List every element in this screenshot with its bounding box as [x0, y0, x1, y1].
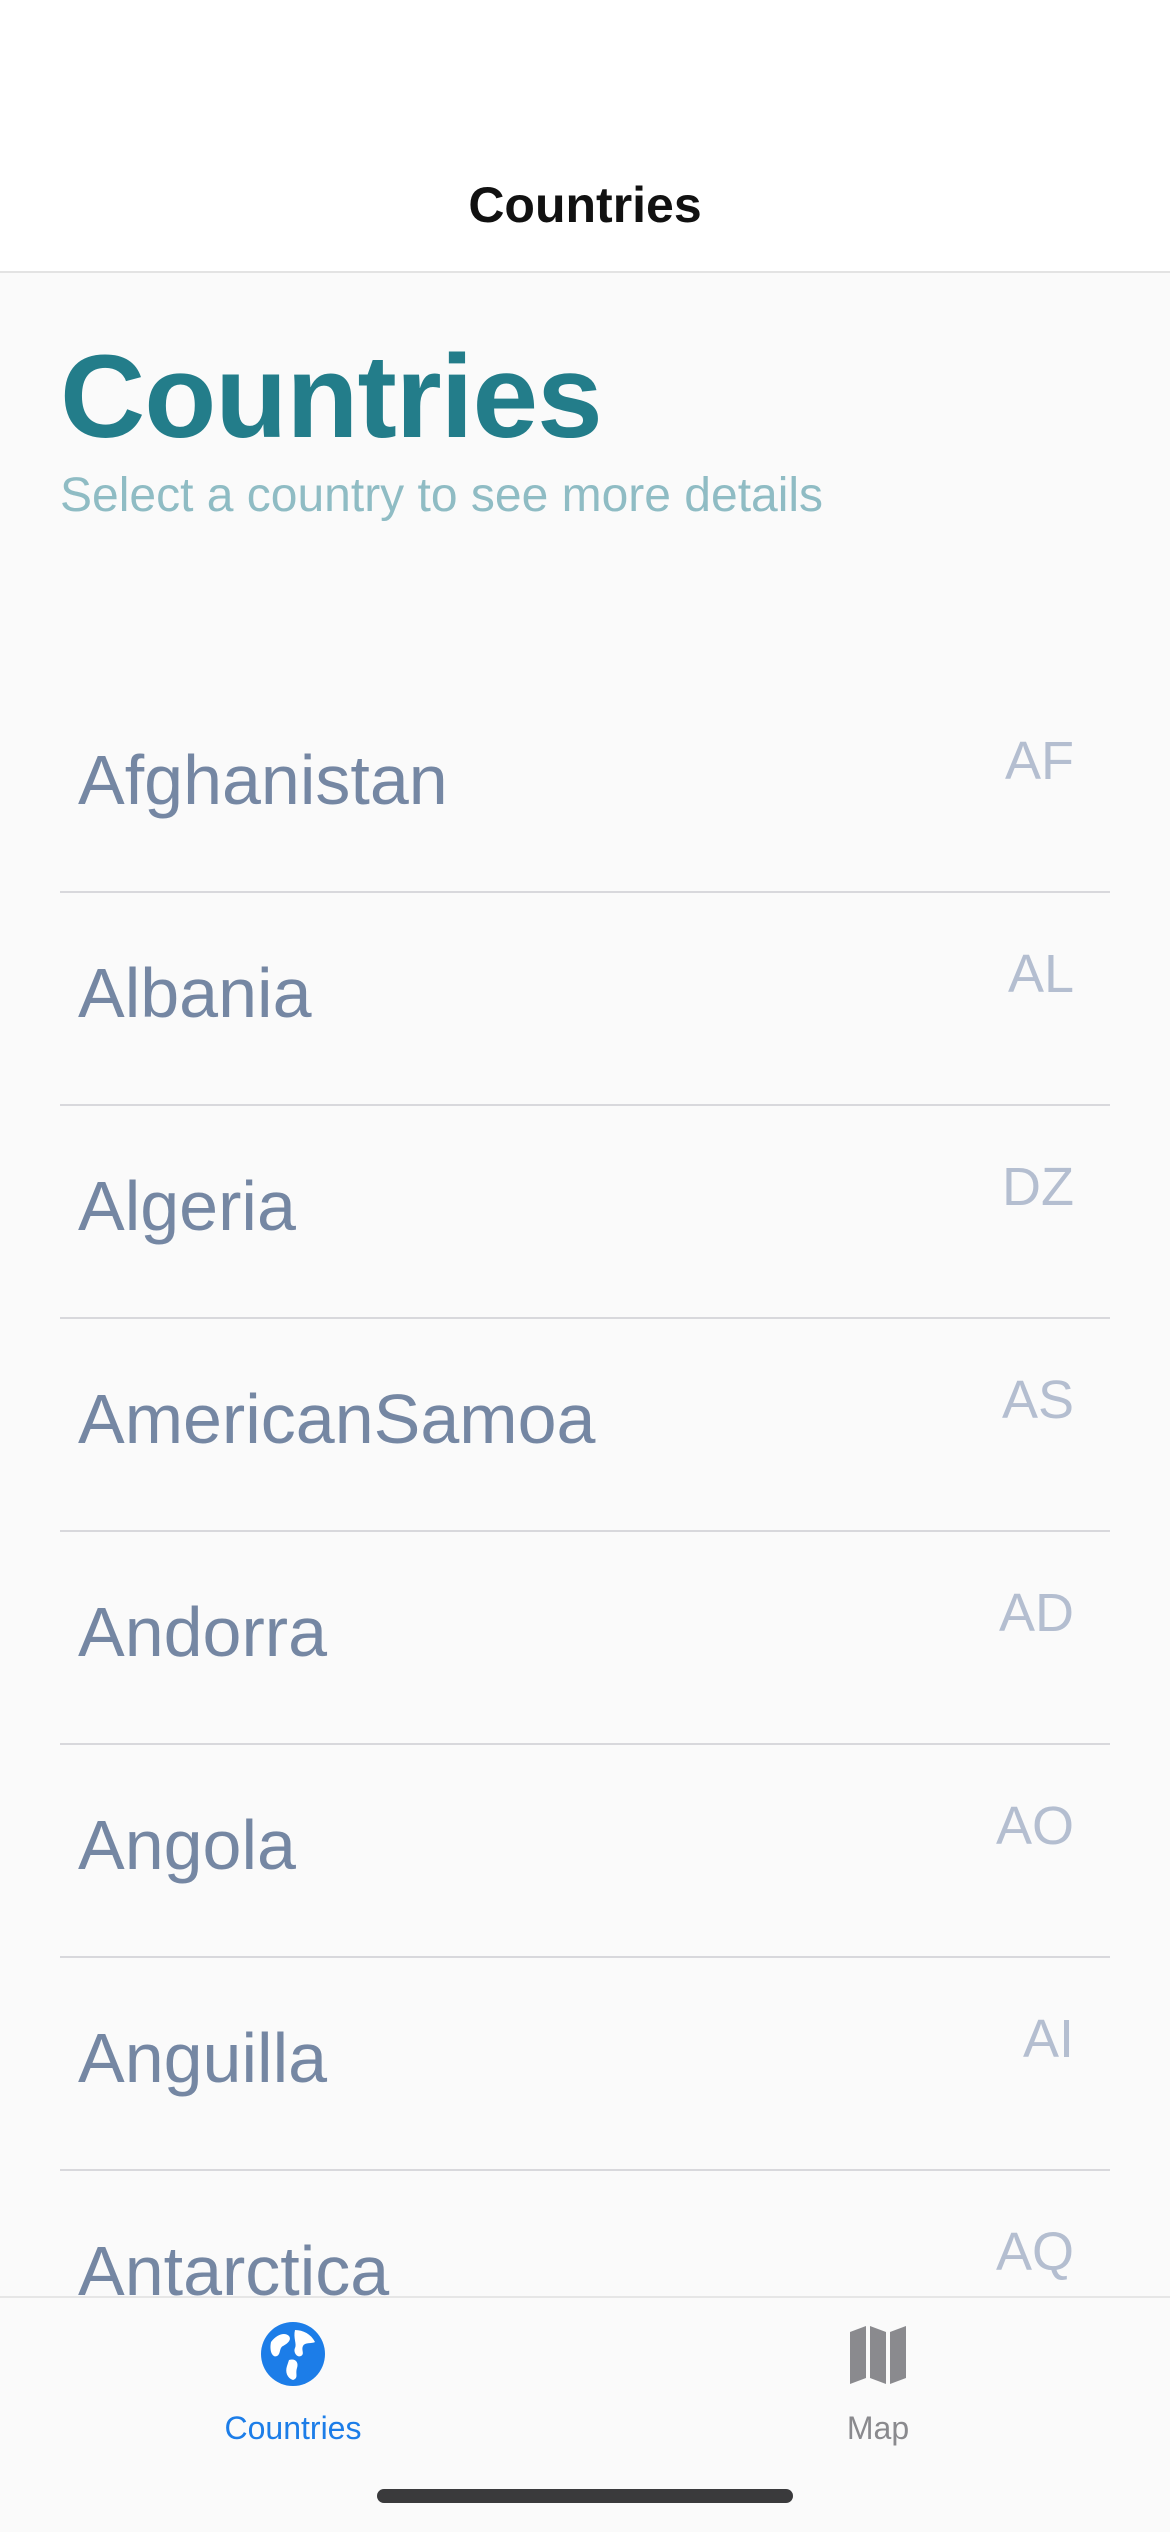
nav-title: Countries [468, 177, 702, 233]
country-row[interactable]: Algeria DZ [60, 1106, 1110, 1319]
navigation-bar: Countries [0, 0, 1170, 273]
country-code: AQ [995, 2222, 1074, 2282]
screen: Countries Countries Select a country to … [0, 0, 1170, 2532]
country-list[interactable]: Afghanistan AF Albania AL Algeria DZ Ame… [60, 680, 1110, 2296]
tab-label: Map [846, 2410, 910, 2446]
country-name: Anguilla [78, 2019, 328, 2097]
page-title: Countries [60, 331, 603, 463]
country-row[interactable]: Albania AL [60, 893, 1110, 1106]
country-name: Albania [78, 954, 312, 1032]
tab-countries[interactable]: Countries [143, 2320, 443, 2470]
country-row[interactable]: AmericanSamoa AS [60, 1319, 1110, 1532]
map-icon [850, 2326, 906, 2384]
country-code: AF [1004, 731, 1074, 791]
country-code: AI [1022, 2009, 1074, 2069]
country-row[interactable]: Angola AO [60, 1745, 1110, 1958]
country-name: Angola [78, 1806, 296, 1884]
home-indicator [377, 2489, 793, 2503]
country-name: Antarctica [78, 2232, 390, 2296]
globe-icon [261, 2322, 325, 2386]
country-row[interactable]: Afghanistan AF [60, 680, 1110, 893]
country-code: DZ [1002, 1157, 1074, 1217]
page-subtitle: Select a country to see more details [60, 469, 824, 522]
country-row[interactable]: Antarctica AQ [60, 2171, 1110, 2296]
country-name: AmericanSamoa [78, 1380, 596, 1458]
country-code: AO [995, 1796, 1074, 1856]
country-row[interactable]: Andorra AD [60, 1532, 1110, 1745]
country-name: Algeria [78, 1167, 296, 1245]
country-name: Andorra [78, 1593, 328, 1671]
country-name: Afghanistan [78, 741, 448, 819]
country-row[interactable]: Anguilla AI [60, 1958, 1110, 2171]
tab-map[interactable]: Map [728, 2320, 1028, 2470]
country-code: AL [1007, 944, 1074, 1004]
country-code: AD [998, 1583, 1074, 1643]
country-code: AS [1001, 1370, 1074, 1430]
tab-label: Countries [224, 2410, 362, 2446]
